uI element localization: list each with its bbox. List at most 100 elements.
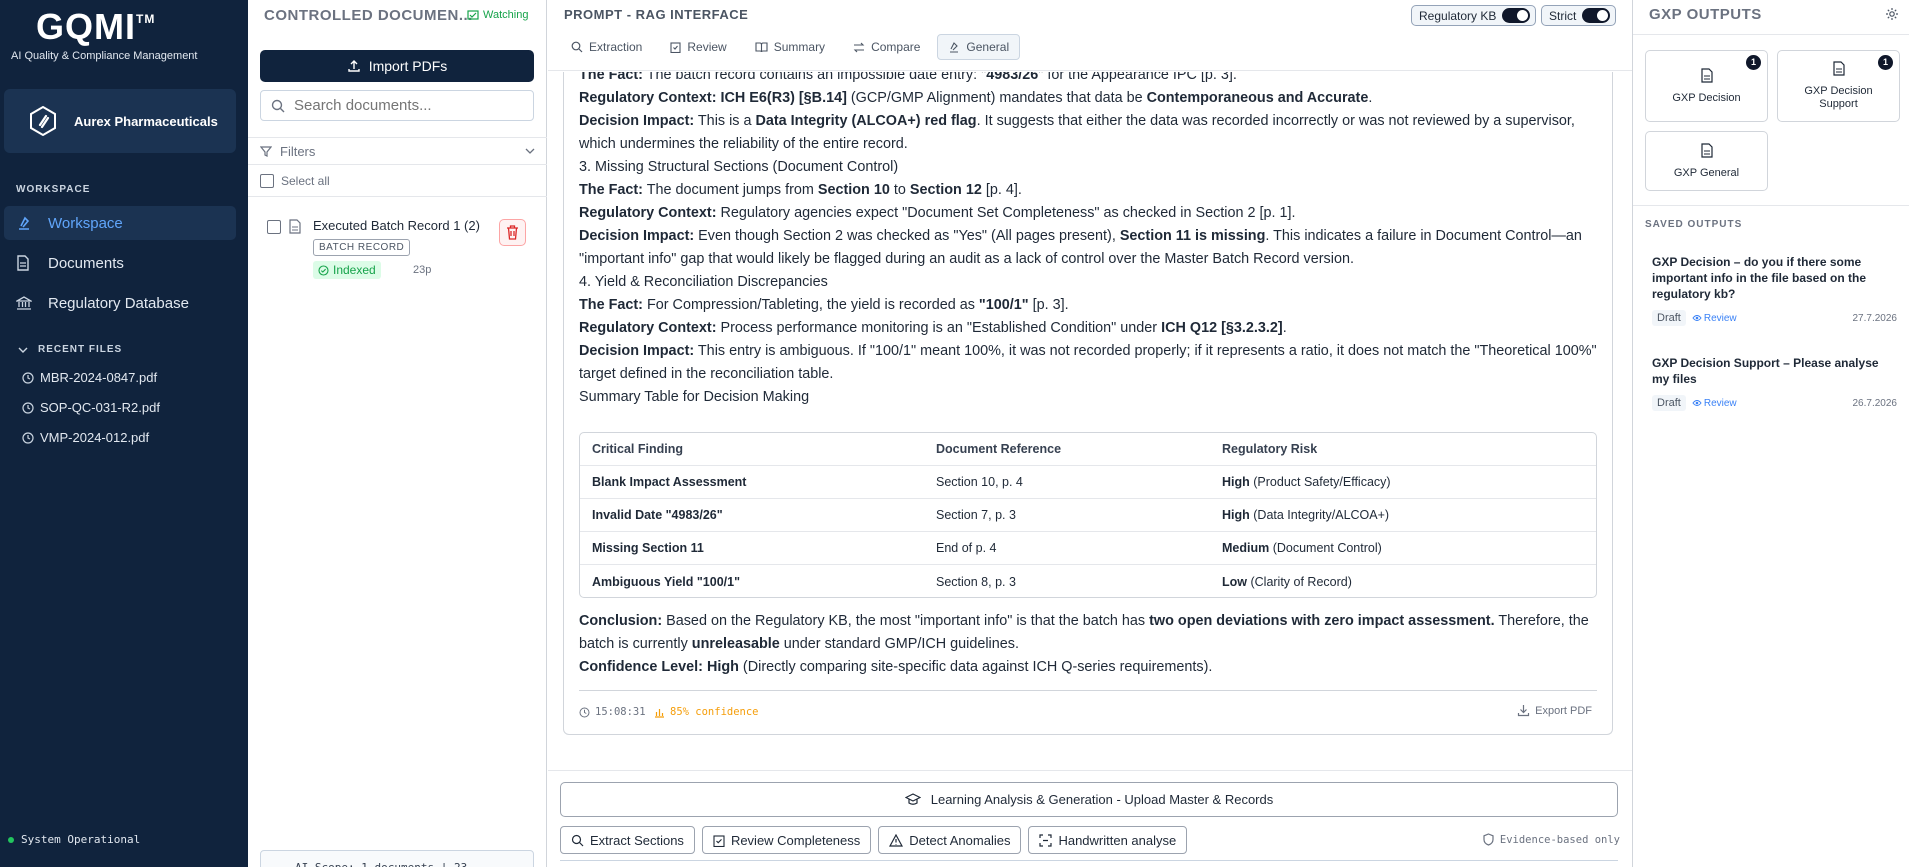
toggle-switch[interactable] <box>1502 8 1531 23</box>
response-card: The Fact: The batch record contains an i… <box>563 72 1613 735</box>
column-header: Critical Finding <box>592 442 683 456</box>
main-panel: PROMPT - RAG INTERFACE Extraction Review… <box>548 0 1632 867</box>
action-label: Detect Anomalies <box>909 832 1011 848</box>
column-header: Document Reference <box>936 442 1062 456</box>
summary-table: Critical Finding Document Reference Regu… <box>579 432 1597 598</box>
org-switcher[interactable]: Aurex Pharmaceuticals <box>4 89 236 153</box>
review-link[interactable]: Review <box>1692 313 1737 324</box>
section-heading: 3. Missing Structural Sections (Document… <box>579 159 899 175</box>
risk-cell: Low (Clarity of Record) <box>1222 574 1352 589</box>
status-text: System Operational <box>21 833 141 846</box>
detect-anomalies-button[interactable]: Detect Anomalies <box>878 826 1022 854</box>
tab-label: Compare <box>871 40 921 54</box>
chart-icon <box>655 708 664 718</box>
saved-output-date: 27.7.2026 <box>1852 312 1898 324</box>
tab-extraction[interactable]: Extraction <box>560 34 653 60</box>
sidebar-item-documents[interactable]: Documents <box>4 246 236 280</box>
select-all-checkbox[interactable] <box>260 174 274 188</box>
page-count: 23p <box>413 264 432 276</box>
gear-icon <box>1886 8 1898 20</box>
outputs-panel: GXP OUTPUTS GXP Decision 1 GXP Decision … <box>1632 0 1909 867</box>
confidence-text: 85% confidence <box>670 706 759 718</box>
general-icon <box>950 42 959 53</box>
gxp-general-card[interactable]: GXP General <box>1645 131 1768 191</box>
recent-file-name: SOP-QC-031-R2.pdf <box>40 400 160 415</box>
org-name: Aurex Pharmaceuticals <box>74 113 218 129</box>
tab-review[interactable]: Review <box>659 34 737 60</box>
conclusion: Conclusion: Based on the Regulatory KB, … <box>579 610 1599 679</box>
table-row: Blank Impact Assessment Section 10, p. 4… <box>580 466 1596 499</box>
check-circle-icon <box>318 264 329 276</box>
indexed-label: Indexed <box>333 263 376 277</box>
scan-icon <box>1039 833 1053 847</box>
review-completeness-button[interactable]: Review Completeness <box>701 826 872 854</box>
trash-icon <box>507 225 518 240</box>
gxp-decision-support-card[interactable]: GXP Decision Support 1 <box>1777 50 1900 122</box>
context-line: Regulatory Context: Regulatory agencies … <box>579 205 1296 221</box>
system-status: System Operational <box>8 833 140 846</box>
search-input[interactable] <box>294 97 514 114</box>
sidebar: GQMITM AI Quality & Compliance Managemen… <box>0 0 248 867</box>
import-pdfs-button[interactable]: Import PDFs <box>260 50 534 82</box>
sidebar-item-regulatory-database[interactable]: Regulatory Database <box>4 286 236 320</box>
delete-document-button[interactable] <box>499 219 526 246</box>
file-icon <box>1700 142 1713 162</box>
saved-outputs-label: SAVED OUTPUTS <box>1645 219 1743 230</box>
select-all: Select all <box>260 174 330 188</box>
clipboard-check-icon <box>713 834 725 847</box>
reference-cell: Section 8, p. 3 <box>936 574 1016 589</box>
saved-output-date: 26.7.2026 <box>1852 397 1898 409</box>
tab-summary[interactable]: Summary <box>744 34 836 60</box>
risk-cell: High (Product Safety/Efficacy) <box>1222 475 1391 489</box>
action-label: Extract Sections <box>590 832 684 848</box>
export-pdf-button[interactable]: Export PDF <box>1517 704 1592 717</box>
toggle-switch[interactable] <box>1582 8 1611 23</box>
document-title[interactable]: Executed Batch Record 1 (2) <box>313 218 480 233</box>
settings-button[interactable] <box>1885 7 1899 26</box>
gxp-decision-card[interactable]: GXP Decision 1 <box>1645 50 1768 122</box>
sidebar-item-workspace[interactable]: Workspace <box>4 206 236 240</box>
document-icon <box>16 255 34 271</box>
fact-line: The Fact: The document jumps from Sectio… <box>579 182 1022 198</box>
shield-icon <box>1483 833 1494 846</box>
outputs-title: GXP OUTPUTS <box>1649 6 1762 23</box>
prompt-input-area[interactable] <box>560 860 1618 867</box>
clock-icon <box>22 431 34 444</box>
finding-cell: Ambiguous Yield "100/1" <box>592 574 741 589</box>
divider <box>548 770 1632 771</box>
document-checkbox[interactable] <box>267 220 281 234</box>
tagline: AI Quality & Compliance Management <box>11 50 198 62</box>
logo[interactable]: GQMITM <box>36 6 155 48</box>
risk-cell: Medium (Document Control) <box>1222 541 1382 555</box>
filters-toggle[interactable]: Filters <box>248 137 547 165</box>
regulatory-kb-toggle[interactable]: Regulatory KB <box>1411 5 1537 26</box>
extract-sections-button[interactable]: Extract Sections <box>560 826 695 854</box>
divider <box>1633 205 1909 206</box>
tab-compare[interactable]: Compare <box>842 34 931 60</box>
table-row: Missing Section 11 End of p. 4 Medium (D… <box>580 532 1596 565</box>
chevron-down-icon <box>18 347 28 353</box>
review-link[interactable]: Review <box>1692 398 1737 409</box>
recent-files-toggle[interactable]: RECENT FILES <box>18 344 122 355</box>
section-heading: 4. Yield & Reconciliation Discrepancies <box>579 274 828 290</box>
sidebar-item-label: Workspace <box>48 214 123 232</box>
saved-output-item[interactable]: GXP Decision – do you if there some impo… <box>1652 254 1897 326</box>
strict-toggle[interactable]: Strict <box>1541 5 1617 26</box>
recent-file-item[interactable]: SOP-QC-031-R2.pdf <box>22 400 160 415</box>
recent-file-item[interactable]: MBR-2024-0847.pdf <box>22 370 157 385</box>
recent-file-item[interactable]: VMP-2024-012.pdf <box>22 430 149 445</box>
documents-title: CONTROLLED DOCUMEN... <box>264 7 473 24</box>
conclusion-text: Conclusion: Based on the Regulatory KB, … <box>579 613 1589 652</box>
learning-analysis-label: Learning Analysis & Generation - Upload … <box>930 792 1274 807</box>
tab-general[interactable]: General <box>937 34 1021 60</box>
handwritten-analyse-button[interactable]: Handwritten analyse <box>1028 826 1188 854</box>
search-icon <box>571 41 583 53</box>
saved-output-item[interactable]: GXP Decision Support – Please analyse my… <box>1652 355 1897 411</box>
impact-line: Decision Impact: This entry is ambiguous… <box>579 343 1597 382</box>
impact-line: Decision Impact: This is a Data Integrit… <box>579 113 1575 152</box>
app-root: GQMITM AI Quality & Compliance Managemen… <box>0 0 1909 867</box>
workspace-section-label: WORKSPACE <box>16 184 91 195</box>
panel-title: PROMPT - RAG INTERFACE <box>564 7 749 22</box>
learning-analysis-button[interactable]: Learning Analysis & Generation - Upload … <box>560 782 1618 817</box>
book-icon <box>755 41 768 52</box>
